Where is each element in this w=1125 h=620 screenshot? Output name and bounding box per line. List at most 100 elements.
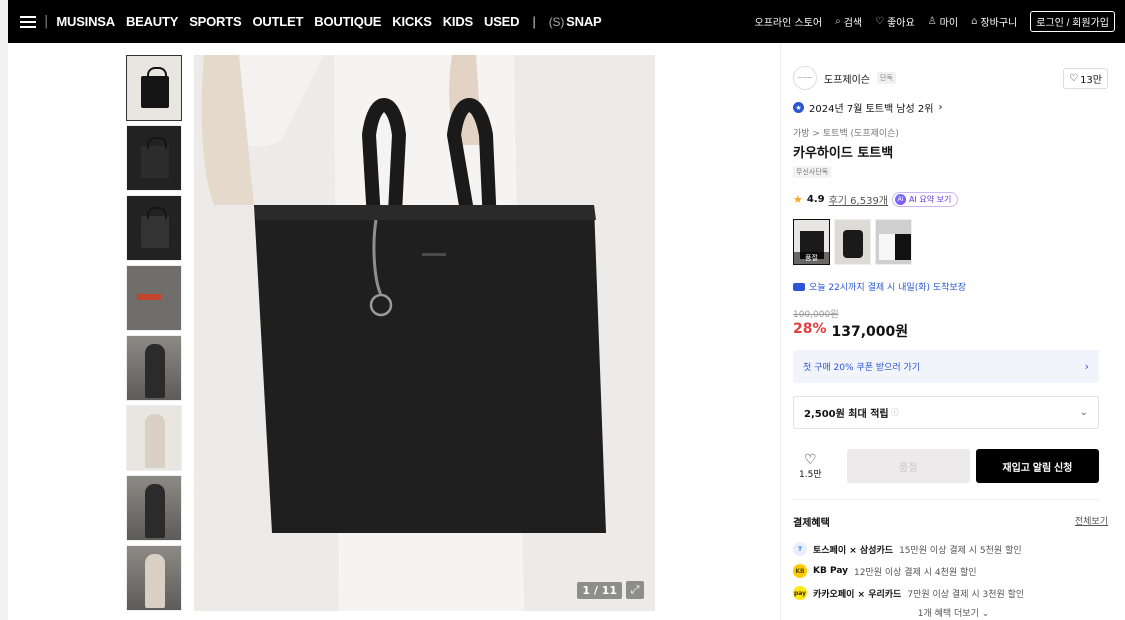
thumbnail-strip xyxy=(126,55,182,615)
option-image xyxy=(879,234,895,260)
kakao-pay-icon: pay xyxy=(793,586,807,600)
bag-image xyxy=(141,137,169,178)
benefit-text: 7만원 이상 결제 시 3천원 할인 xyxy=(907,589,1025,600)
nav-kicks[interactable]: KICKS xyxy=(392,14,432,29)
thumbnail-3[interactable] xyxy=(126,195,182,261)
purchase-actions: ♡ 1.5만 품절 재입고 알림 신청 xyxy=(793,448,1099,484)
option-backpack[interactable] xyxy=(834,219,871,265)
heart-icon: ♡ xyxy=(1069,73,1079,84)
like-link[interactable]: ♡ 좋아요 xyxy=(875,14,915,29)
more-benefits-button[interactable]: 1개 혜택 더보기 ⌄ xyxy=(781,606,1125,619)
ranking-link[interactable]: ★ 2024년 7월 토트백 남성 2위 › xyxy=(793,100,943,115)
nav-beauty[interactable]: BEAUTY xyxy=(126,14,178,29)
option-black-tote[interactable]: 품절 xyxy=(793,219,830,265)
option-image xyxy=(843,230,863,258)
my-label: 마이 xyxy=(939,18,959,29)
search-link[interactable]: ⌕ 검색 xyxy=(835,14,862,29)
heart-icon: ♡ xyxy=(875,16,885,27)
breadcrumb[interactable]: 가방 > 토트백 (도프제이슨) xyxy=(793,126,899,139)
thumbnail-8[interactable] xyxy=(126,545,182,611)
thumbnail-7[interactable] xyxy=(126,475,182,541)
chevron-right-icon: › xyxy=(938,102,943,113)
brand-tag: 단독 xyxy=(877,72,896,84)
view-all-benefits-link[interactable]: 전체보기 xyxy=(1075,514,1108,527)
top-nav-bar: | MUSINSA BEAUTY SPORTS OUTLET BOUTIQUE … xyxy=(8,0,1125,43)
snap-prefix: (S) xyxy=(548,15,565,29)
login-button[interactable]: 로그인 / 회원가입 xyxy=(1030,11,1115,32)
toss-pay-icon: T xyxy=(793,542,807,556)
price-row: 28% 137,000원 xyxy=(793,321,908,341)
product-photo xyxy=(194,55,655,611)
original-price: 100,000원 xyxy=(793,310,839,320)
coupon-banner[interactable]: 첫 구매 20% 쿠폰 받으러 가기 › xyxy=(793,350,1099,383)
buy-button[interactable]: 품절 xyxy=(846,449,970,483)
delivery-info: 오늘 22시까지 결제 시 내일(화) 도착보장 xyxy=(793,280,966,293)
ai-icon: AI xyxy=(895,194,907,205)
benefit-list: T 토스페이 × 삼성카드 15만원 이상 결제 시 5천원 할인 KB KB … xyxy=(793,538,1024,604)
brand-logo: ——— xyxy=(793,66,817,90)
model-image xyxy=(145,344,165,398)
points-text: 2,500원 최대 적립 xyxy=(804,409,889,420)
benefit-item: pay 카카오페이 × 우리카드 7만원 이상 결제 시 3천원 할인 xyxy=(793,582,1024,604)
product-title: 카우하이드 토트백 xyxy=(793,146,894,161)
nav-kids[interactable]: KIDS xyxy=(443,14,473,29)
snap-label: SNAP xyxy=(566,14,602,29)
nav-musinsa[interactable]: MUSINSA xyxy=(56,14,115,29)
nav-snap[interactable]: (S) SNAP xyxy=(549,14,602,29)
rating-row: ★ 4.9 후기 6,539개 AI AI 요약 보기 xyxy=(793,192,959,207)
brand-like-button[interactable]: ♡ 13만 xyxy=(1063,68,1108,89)
my-link[interactable]: ♙ 마이 xyxy=(928,14,958,29)
ai-summary-button[interactable]: AI AI 요약 보기 xyxy=(892,192,959,207)
review-count-link[interactable]: 후기 6,539개 xyxy=(829,192,888,207)
heart-icon: ♡ xyxy=(804,451,817,468)
info-icon: ⓘ xyxy=(890,408,899,417)
option-two-color[interactable] xyxy=(875,219,912,265)
coupon-text: 첫 구매 20% 쿠폰 받으러 가기 xyxy=(803,363,921,373)
nav-outlet[interactable]: OUTLET xyxy=(252,14,303,29)
ranking-text: 2024년 7월 토트백 남성 2위 xyxy=(809,104,934,115)
sale-price: 137,000원 xyxy=(831,324,909,340)
nav-used[interactable]: USED xyxy=(484,14,520,29)
nav-sports[interactable]: SPORTS xyxy=(189,14,241,29)
search-icon: ⌕ xyxy=(835,16,841,27)
offline-store-link[interactable]: 오프라인 스토어 xyxy=(755,14,823,29)
points-dropdown[interactable]: 2,500원 최대 적립 ⓘ ⌄ xyxy=(793,396,1099,429)
person-icon: ♙ xyxy=(927,16,937,27)
thumbnail-1[interactable] xyxy=(126,55,182,121)
cart-label: 장바구니 xyxy=(980,18,1018,29)
brand-row[interactable]: ——— 도프제이슨 단독 xyxy=(793,66,896,90)
benefit-item: T 토스페이 × 삼성카드 15만원 이상 결제 시 5천원 할인 xyxy=(793,538,1024,560)
cart-icon: ⌂ xyxy=(971,16,978,27)
browser-frame: | MUSINSA BEAUTY SPORTS OUTLET BOUTIQUE … xyxy=(0,0,1125,620)
chevron-down-icon: ⌄ xyxy=(981,609,990,619)
delivery-text: 오늘 22시까지 결제 시 내일(화) 도착보장 xyxy=(809,283,966,293)
product-page: 1 / 11 ⤢ ——— 도프제이슨 단독 ♡ 13만 ★ 2024년 7월 토… xyxy=(8,43,1125,620)
cart-link[interactable]: ⌂ 장바구니 xyxy=(971,14,1017,29)
header-utility: 오프라인 스토어 ⌕ 검색 ♡ 좋아요 ♙ 마이 ⌂ 장바구니 로그인 / 회원가입 xyxy=(755,11,1115,32)
exclusive-tag: 무신사단독 xyxy=(793,166,832,178)
expand-icon[interactable]: ⤢ xyxy=(626,581,644,599)
thumbnail-5[interactable] xyxy=(126,335,182,401)
model-image xyxy=(145,414,165,468)
model-image xyxy=(145,484,165,538)
wishlist-count: 1.5만 xyxy=(799,469,822,480)
payment-benefits-title: 결제혜택 xyxy=(793,518,830,529)
color-options: 품절 xyxy=(793,219,912,265)
benefit-text: 15만원 이상 결제 시 5천원 할인 xyxy=(899,545,1022,556)
bag-image xyxy=(141,67,169,108)
thumbnail-6[interactable] xyxy=(126,405,182,471)
restock-notify-button[interactable]: 재입고 알림 신청 xyxy=(975,449,1099,483)
chevron-down-icon: ⌄ xyxy=(1079,407,1088,418)
wishlist-button[interactable]: ♡ 1.5만 xyxy=(793,453,828,480)
medal-icon: ★ xyxy=(793,102,804,113)
benefit-item: KB KB Pay 12만원 이상 결제 시 4천원 할인 xyxy=(793,560,1024,582)
main-product-image[interactable]: 1 / 11 ⤢ xyxy=(194,55,655,611)
product-info-panel: ——— 도프제이슨 단독 ♡ 13만 ★ 2024년 7월 토트백 남성 2위 … xyxy=(780,43,1125,620)
thumbnail-2[interactable] xyxy=(126,125,182,191)
main-nav: MUSINSA BEAUTY SPORTS OUTLET BOUTIQUE KI… xyxy=(56,14,601,29)
star-icon: ★ xyxy=(793,193,803,206)
thumbnail-4[interactable] xyxy=(126,265,182,331)
nav-boutique[interactable]: BOUTIQUE xyxy=(314,14,381,29)
brand-name[interactable]: 도프제이슨 xyxy=(824,71,870,86)
hamburger-menu-icon[interactable] xyxy=(20,15,36,28)
